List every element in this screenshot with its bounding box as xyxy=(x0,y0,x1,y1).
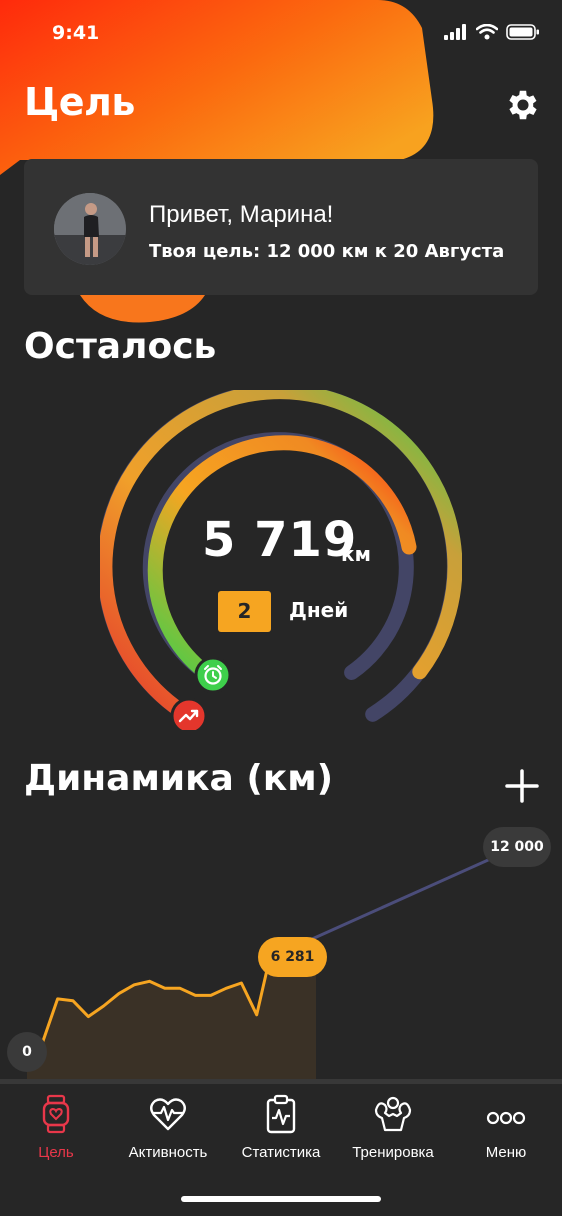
wifi-icon xyxy=(476,24,498,40)
goal-point-label: 12 000 xyxy=(483,827,551,867)
tab-menu[interactable]: Меню xyxy=(450,1094,562,1161)
remaining-distance: 5 719 xyxy=(202,512,358,568)
profile-card[interactable]: Привет, Марина! Твоя цель: 12 000 км к 2… xyxy=(24,159,538,295)
home-indicator xyxy=(181,1196,381,1202)
page-title: Цель xyxy=(24,80,135,124)
heart-pulse-icon xyxy=(150,1098,186,1131)
distance-unit: км xyxy=(341,542,371,566)
current-point-label: 6 281 xyxy=(258,937,327,977)
avatar xyxy=(54,193,126,265)
muscle-icon xyxy=(374,1096,412,1132)
projection-line xyxy=(291,845,518,950)
smartwatch-icon xyxy=(42,1094,70,1134)
avatar-figure xyxy=(54,193,126,265)
more-icon xyxy=(486,1111,526,1125)
tab-activity[interactable]: Активность xyxy=(112,1094,224,1161)
status-icons xyxy=(444,24,540,40)
trend-up-icon xyxy=(170,697,208,730)
battery-icon xyxy=(506,24,539,40)
goal-text: Твоя цель: 12 000 км к 20 Августа xyxy=(149,241,505,262)
greeting-text: Привет, Марина! xyxy=(149,201,334,228)
tab-label: Цель xyxy=(38,1144,74,1161)
add-icon[interactable] xyxy=(504,768,540,804)
start-point-label: 0 xyxy=(7,1032,47,1072)
tab-label: Меню xyxy=(485,1144,527,1161)
tab-workout[interactable]: Тренировка xyxy=(337,1094,449,1161)
tab-label: Тренировка xyxy=(352,1144,434,1161)
days-badge: 2 xyxy=(218,591,271,632)
dynamics-title: Динамика (км) xyxy=(24,758,334,799)
tab-statistics[interactable]: Статистика xyxy=(225,1094,337,1161)
status-time: 9:41 xyxy=(52,22,100,44)
alarm-clock-icon xyxy=(194,656,232,694)
remaining-title: Осталось xyxy=(24,326,217,367)
tab-label: Активность xyxy=(128,1144,208,1161)
tab-label: Статистика xyxy=(241,1144,321,1161)
signal-icon xyxy=(444,24,466,40)
tab-goal[interactable]: Цель xyxy=(0,1094,112,1161)
days-label: Дней xyxy=(289,598,349,622)
clipboard-chart-icon xyxy=(266,1094,296,1134)
gear-icon[interactable] xyxy=(504,86,542,124)
